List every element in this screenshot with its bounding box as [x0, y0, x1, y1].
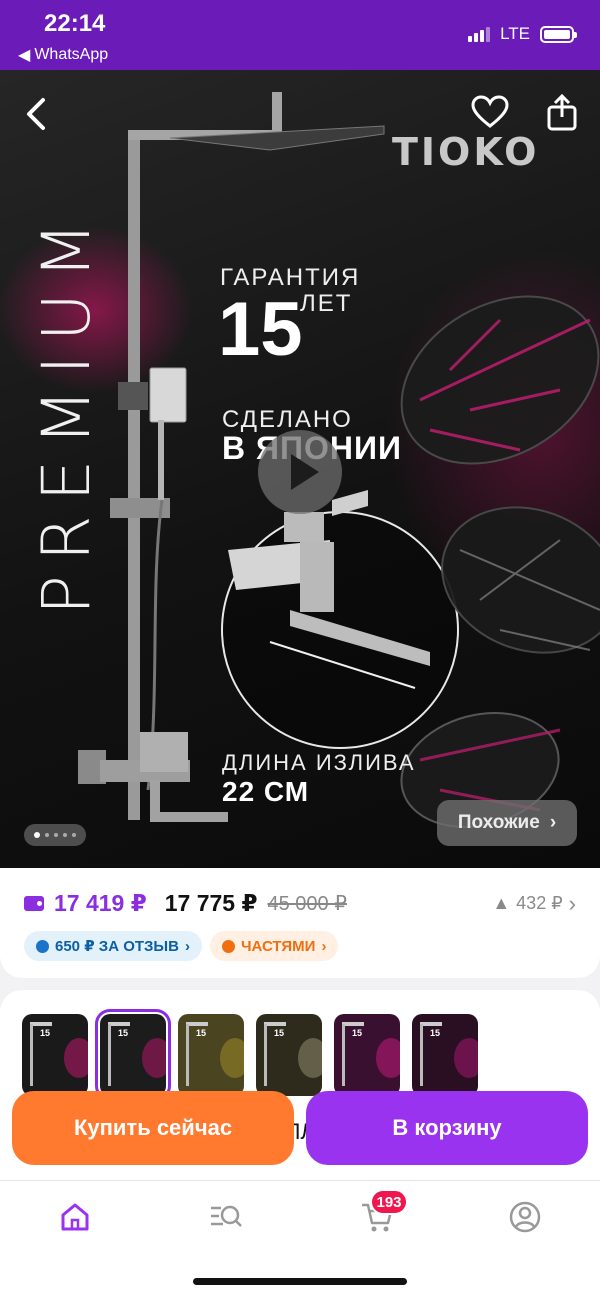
warranty-unit: ЛЕТ [300, 290, 353, 317]
wallet-icon [24, 896, 44, 911]
share-icon [547, 93, 577, 131]
tab-home[interactable] [53, 1195, 97, 1239]
chevron-right-icon: › [184, 937, 190, 955]
variant-thumbnail[interactable]: 15 [22, 1014, 88, 1096]
shower-column-shape [420, 1024, 423, 1086]
variant-thumbnails: 15 15 15 15 15 15 [22, 1009, 478, 1101]
installments-label: ЧАСТЯМИ [240, 937, 316, 955]
variant-warranty-number: 15 [274, 1028, 285, 1038]
review-bonus-label: 650 ₽ ЗА ОТЗЫВ [55, 938, 179, 955]
share-button[interactable] [540, 90, 584, 134]
play-video-button[interactable] [258, 430, 342, 514]
wallet-price: 17 419 ₽ [54, 890, 147, 916]
review-bonus-chip[interactable]: 650 ₽ ЗА ОТЗЫВ › [24, 931, 202, 961]
variant-warranty-number: 15 [118, 1028, 129, 1038]
chevron-left-icon [27, 98, 45, 130]
variant-thumbnail[interactable]: 15 [178, 1014, 244, 1096]
status-bar: 22:14 ◀ WhatsApp LTE [0, 0, 600, 70]
promo-chips: 650 ₽ ЗА ОТЗЫВ › ЧАСТЯМИ › [24, 931, 339, 961]
shower-head-shape [342, 1022, 364, 1026]
price-tail-value: 432 ₽ [516, 893, 563, 913]
variant-thumbnail[interactable]: 15 [256, 1014, 322, 1096]
triangle-up-icon: ▲ [492, 893, 511, 913]
variant-warranty-number: 15 [352, 1028, 363, 1038]
chevron-right-icon: › [568, 890, 576, 916]
variant-warranty-number: 15 [430, 1028, 441, 1038]
premium-vertical-text: PREMIUM [28, 207, 105, 615]
shower-head-shape [108, 1022, 130, 1026]
network-type: LTE [500, 24, 530, 43]
chevron-right-icon: › [549, 812, 557, 833]
shower-head-shape [186, 1022, 208, 1026]
current-price: 17 775 ₽ [164, 890, 258, 916]
shower-head-shape [264, 1022, 286, 1026]
home-indicator [193, 1278, 407, 1285]
leaf-shape [298, 1038, 322, 1078]
catalog-search-icon [211, 1205, 242, 1227]
similar-products-button[interactable]: Похожие › [437, 800, 577, 846]
back-triangle-icon: ◀ [18, 47, 31, 64]
variant-warranty-number: 15 [196, 1028, 207, 1038]
shower-head-shape [30, 1022, 52, 1026]
spout-length-value: 22 СМ [222, 776, 310, 807]
leaf-shape [376, 1038, 400, 1078]
leaf-shape [454, 1038, 478, 1078]
leaf-shape [220, 1038, 244, 1078]
bonus-icon [36, 939, 49, 953]
add-to-cart-button[interactable]: В корзину [306, 1091, 588, 1165]
price-row: 17 419 ₽ 17 775 ₽ 45 000 ₽ ▲ 432 ₽ › [24, 890, 576, 917]
signal-icon [468, 26, 491, 42]
leaf-shape [142, 1038, 166, 1078]
back-button[interactable] [14, 92, 58, 136]
buy-now-button[interactable]: Купить сейчас [12, 1091, 294, 1165]
shower-column-shape [186, 1024, 189, 1086]
product-page: 22:14 ◀ WhatsApp LTE PREMIUM TIOKO ГАРАН… [0, 0, 600, 1297]
back-to-app-link[interactable]: ◀ WhatsApp [18, 45, 108, 65]
battery-icon [540, 25, 577, 43]
home-icon [61, 1203, 89, 1231]
shower-column-shape [342, 1024, 345, 1086]
brand-logo: TIOKO [392, 130, 540, 174]
variant-thumbnail[interactable]: 15 [412, 1014, 478, 1096]
chevron-right-icon: › [321, 937, 327, 955]
old-price: 45 000 ₽ [267, 893, 347, 915]
gallery-pagination [24, 824, 86, 846]
shower-column-shape [30, 1024, 33, 1086]
cart-count-badge: 193 [370, 1189, 408, 1215]
shower-column-shape [264, 1024, 267, 1086]
installments-chip[interactable]: ЧАСТЯМИ › [209, 931, 339, 961]
tab-profile[interactable] [503, 1195, 547, 1239]
variant-thumbnail[interactable]: 15 [95, 1009, 171, 1101]
status-time: 22:14 [44, 10, 106, 37]
spout-length-label: ДЛИНА ИЗЛИВА [222, 750, 416, 775]
status-indicators: LTE [468, 24, 577, 44]
variant-warranty-number: 15 [40, 1028, 51, 1038]
price-section: 17 419 ₽ 17 775 ₽ 45 000 ₽ ▲ 432 ₽ › 650… [0, 868, 600, 978]
leaf-shape [64, 1038, 88, 1078]
variant-thumbnail[interactable]: 15 [334, 1014, 400, 1096]
price-history-link[interactable]: ▲ 432 ₽ › [492, 891, 576, 917]
pie-chart-icon [221, 939, 235, 953]
warranty-number: 15 [218, 287, 303, 372]
product-gallery[interactable]: PREMIUM TIOKO ГАРАНТИЯ 15 ЛЕТ СДЕЛАНО В … [0, 70, 600, 870]
similar-label: Похожие [457, 812, 540, 833]
back-app-label: WhatsApp [34, 46, 109, 63]
favorite-button[interactable] [468, 90, 512, 134]
tab-catalog[interactable] [204, 1195, 248, 1239]
bottom-tab-bar: 193 [0, 1180, 600, 1297]
profile-icon [509, 1201, 541, 1233]
shower-column-shape [108, 1024, 111, 1086]
shower-head-shape [420, 1022, 442, 1026]
heart-icon [471, 95, 509, 128]
